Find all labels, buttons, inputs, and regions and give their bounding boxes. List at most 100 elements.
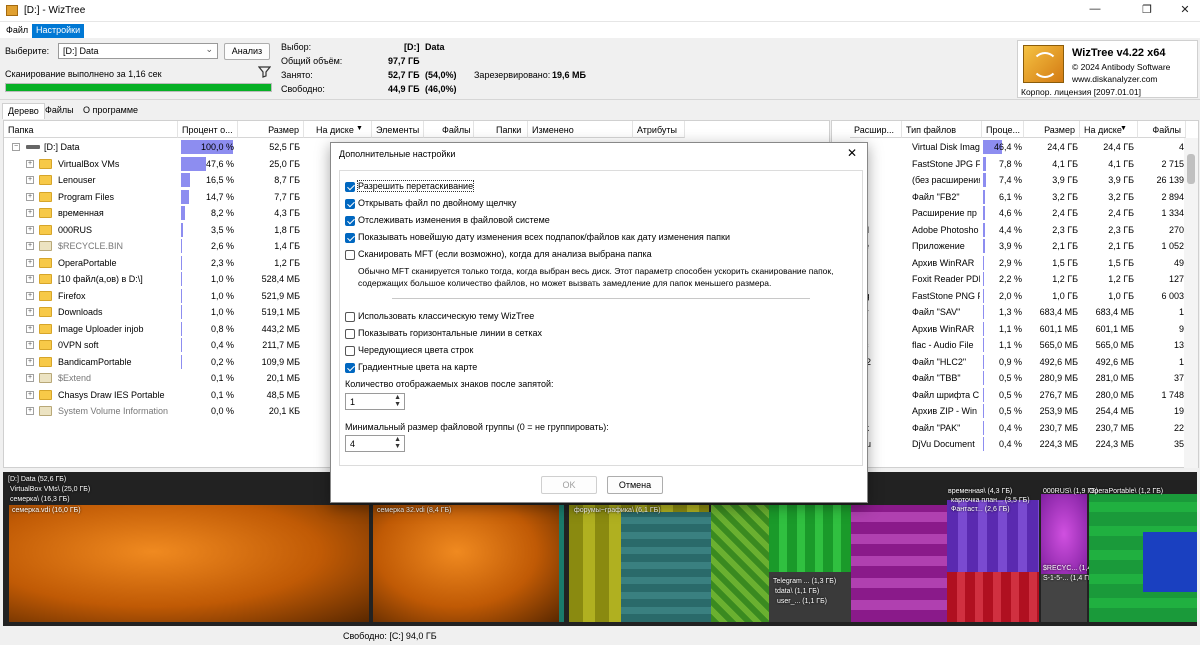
expand-icon[interactable]: + — [26, 308, 34, 316]
table-row[interactable]: .zipАрхив ZIP - Win0,5 %253,9 МБ254,4 МБ… — [832, 403, 1184, 420]
cancel-button[interactable]: Отмена — [607, 476, 663, 494]
checkbox-label[interactable]: Градиентные цвета на карте — [358, 362, 477, 372]
col-items[interactable]: Элементы — [372, 121, 424, 138]
col-size[interactable]: Размер — [238, 121, 304, 138]
table-row[interactable]: .psdAdobe Photosho4,4 %2,3 ГБ2,3 ГБ270 — [832, 222, 1184, 239]
table-row[interactable]: .dllРасширение пр4,6 %2,4 ГБ2,4 ГБ1 334 — [832, 205, 1184, 222]
checkbox[interactable] — [345, 346, 355, 356]
vertical-scrollbar[interactable] — [1184, 138, 1198, 468]
minimize-icon[interactable]: — — [1080, 3, 1110, 19]
checkbox-label[interactable]: Отслеживать изменения в файловой системе — [358, 215, 550, 225]
ok-button[interactable]: OK — [541, 476, 597, 494]
drive-select[interactable]: [D:] Data ⌄ — [58, 43, 218, 59]
col-modified[interactable]: Изменено — [528, 121, 633, 138]
col-ext-files[interactable]: Файлы — [1138, 121, 1186, 138]
stepper-arrows-icon[interactable]: ▲ ▼ — [394, 436, 401, 450]
col-folder[interactable]: Папка — [4, 121, 178, 138]
expand-icon[interactable]: + — [26, 390, 34, 399]
table-row[interactable]: .pakФайл "PAK"0,4 %230,7 МБ230,7 МБ22 — [832, 420, 1184, 437]
close-icon[interactable]: ✕ — [1170, 3, 1200, 19]
min-group-stepper[interactable]: 4 ▲ ▼ — [345, 435, 405, 452]
checkbox[interactable] — [345, 250, 355, 260]
menu-file[interactable]: Файл — [2, 24, 32, 38]
table-row[interactable]: .pngFastStone PNG F2,0 %1,0 ГБ1,0 ГБ6 00… — [832, 288, 1184, 305]
menu-settings[interactable]: Настройки — [32, 24, 85, 38]
checkbox[interactable] — [345, 216, 355, 226]
treemap-block-green[interactable] — [711, 505, 769, 622]
expand-icon[interactable]: + — [26, 374, 34, 382]
maximize-icon[interactable]: ❐ — [1132, 3, 1162, 19]
analyze-button[interactable]: Анализ — [224, 43, 270, 60]
treemap-block-small[interactable] — [559, 505, 564, 622]
checkbox-label[interactable]: Сканировать MFT (если возможно), когда д… — [358, 249, 652, 259]
col-attributes[interactable]: Атрибуты — [633, 121, 685, 138]
table-row[interactable]: .jpgFastStone JPG Fi7,8 %4,1 ГБ4,1 ГБ2 7… — [832, 156, 1184, 173]
treemap-block-semerka32[interactable] — [373, 505, 559, 622]
table-row[interactable]: (без расширения 7,4 % 3,9 ГБ 3,9 ГБ 26 139 — [832, 172, 1184, 189]
expand-icon[interactable]: + — [26, 341, 34, 349]
tab-tree[interactable]: Дерево — [2, 103, 45, 119]
table-row[interactable]: .tbbФайл "TBB"0,5 %280,9 МБ281,0 МБ37 — [832, 370, 1184, 387]
treemap-block-blue[interactable] — [1143, 532, 1197, 592]
expand-icon[interactable]: + — [26, 258, 34, 267]
table-row[interactable]: .exeПриложение3,9 %2,1 ГБ2,1 ГБ1 052 — [832, 238, 1184, 255]
table-row[interactable]: .djvuDjVu Document0,4 %224,3 МБ224,3 МБ3… — [832, 436, 1184, 453]
expand-icon[interactable]: + — [26, 176, 34, 184]
table-row[interactable]: .flacflac - Audio File1,1 %565,0 МБ565,0… — [832, 337, 1184, 354]
treemap-block-red[interactable] — [947, 572, 1039, 622]
filter-icon[interactable] — [257, 65, 272, 78]
treemap-block-semerka-vdi[interactable] — [9, 505, 369, 622]
tab-about[interactable]: О программе — [78, 103, 143, 119]
col-ext-on-disk[interactable]: На диске — [1080, 121, 1138, 138]
treemap-block-000rus[interactable] — [1041, 494, 1087, 574]
col-percent[interactable]: Процент о... — [178, 121, 238, 138]
expand-icon[interactable]: + — [26, 242, 34, 250]
table-row[interactable]: .savФайл "SAV"1,3 %683,4 МБ683,4 МБ1 — [832, 304, 1184, 321]
collapse-icon[interactable]: − — [12, 143, 20, 151]
expand-icon[interactable]: + — [26, 357, 34, 366]
extension-list[interactable]: Расшир... Тип файлов Проце... Размер На … — [831, 120, 1199, 468]
stepper-arrows-icon[interactable]: ▲ ▼ — [394, 394, 401, 408]
product-logo[interactable]: WizTree v4.22 x64 © 2024 Antibody Softwa… — [1017, 40, 1198, 98]
expand-icon[interactable]: + — [26, 275, 34, 283]
expand-icon[interactable]: + — [26, 159, 34, 168]
checkbox-label[interactable]: Использовать классическую тему WizTree — [358, 311, 534, 321]
col-folders[interactable]: Папки — [474, 121, 528, 138]
tab-files[interactable]: Файлы — [40, 103, 79, 119]
col-ext[interactable]: Расшир... — [850, 121, 902, 138]
col-files[interactable]: Файлы — [424, 121, 474, 138]
checkbox[interactable] — [345, 312, 355, 322]
table-row[interactable]: .vdiVirtual Disk Imag46,4 %24,4 ГБ24,4 Г… — [832, 139, 1184, 156]
checkbox[interactable] — [345, 233, 355, 243]
col-ext-size[interactable]: Размер — [1024, 121, 1080, 138]
checkbox-label[interactable]: Открывать файл по двойному щелчку — [358, 198, 516, 208]
treemap-block-pink[interactable] — [851, 505, 947, 622]
checkbox[interactable] — [345, 199, 355, 209]
checkbox-label[interactable]: Показывать новейшую дату изменения всех … — [358, 232, 730, 242]
col-ext-percent[interactable]: Проце... — [982, 121, 1024, 138]
expand-icon[interactable]: + — [26, 225, 34, 234]
expand-icon[interactable]: + — [26, 291, 34, 300]
table-row[interactable]: .rarАрхив WinRAR2,9 %1,5 ГБ1,5 ГБ49 — [832, 255, 1184, 272]
expand-icon[interactable]: + — [26, 324, 34, 333]
table-row[interactable]: .7zАрхив WinRAR1,1 %601,1 МБ601,1 МБ9 — [832, 321, 1184, 338]
expand-icon[interactable]: + — [26, 407, 34, 415]
table-row[interactable]: .fb2Файл "FB2"6,1 %3,2 ГБ3,2 ГБ2 894 — [832, 189, 1184, 206]
checkbox[interactable] — [345, 329, 355, 339]
col-file-type[interactable]: Тип файлов — [902, 121, 982, 138]
table-row[interactable]: .hlc2Файл "HLC2"0,9 %492,6 МБ492,6 МБ1 — [832, 354, 1184, 371]
checkbox[interactable] — [345, 363, 355, 373]
table-row[interactable]: .otfФайл шрифта С0,5 %276,7 МБ280,0 МБ1 … — [832, 387, 1184, 404]
expand-icon[interactable]: + — [26, 192, 34, 201]
table-row[interactable]: .pdfFoxit Reader PDI2,2 %1,2 ГБ1,2 ГБ127 — [832, 271, 1184, 288]
expand-icon[interactable]: + — [26, 209, 34, 217]
close-icon[interactable]: ✕ — [847, 146, 857, 160]
checkbox-label[interactable]: Чередующиеся цвета строк — [358, 345, 473, 355]
treemap-block-forums-sub[interactable] — [621, 512, 711, 622]
checkbox-label[interactable]: Показывать горизонтальные линии в сетках — [358, 328, 542, 338]
checkbox[interactable] — [345, 182, 355, 192]
used-label: Занято: — [281, 70, 313, 80]
decimals-stepper[interactable]: 1 ▲ ▼ — [345, 393, 405, 410]
scrollbar-thumb[interactable] — [1187, 154, 1195, 184]
checkbox-label[interactable]: Разрешить перетаскивание — [356, 180, 475, 192]
